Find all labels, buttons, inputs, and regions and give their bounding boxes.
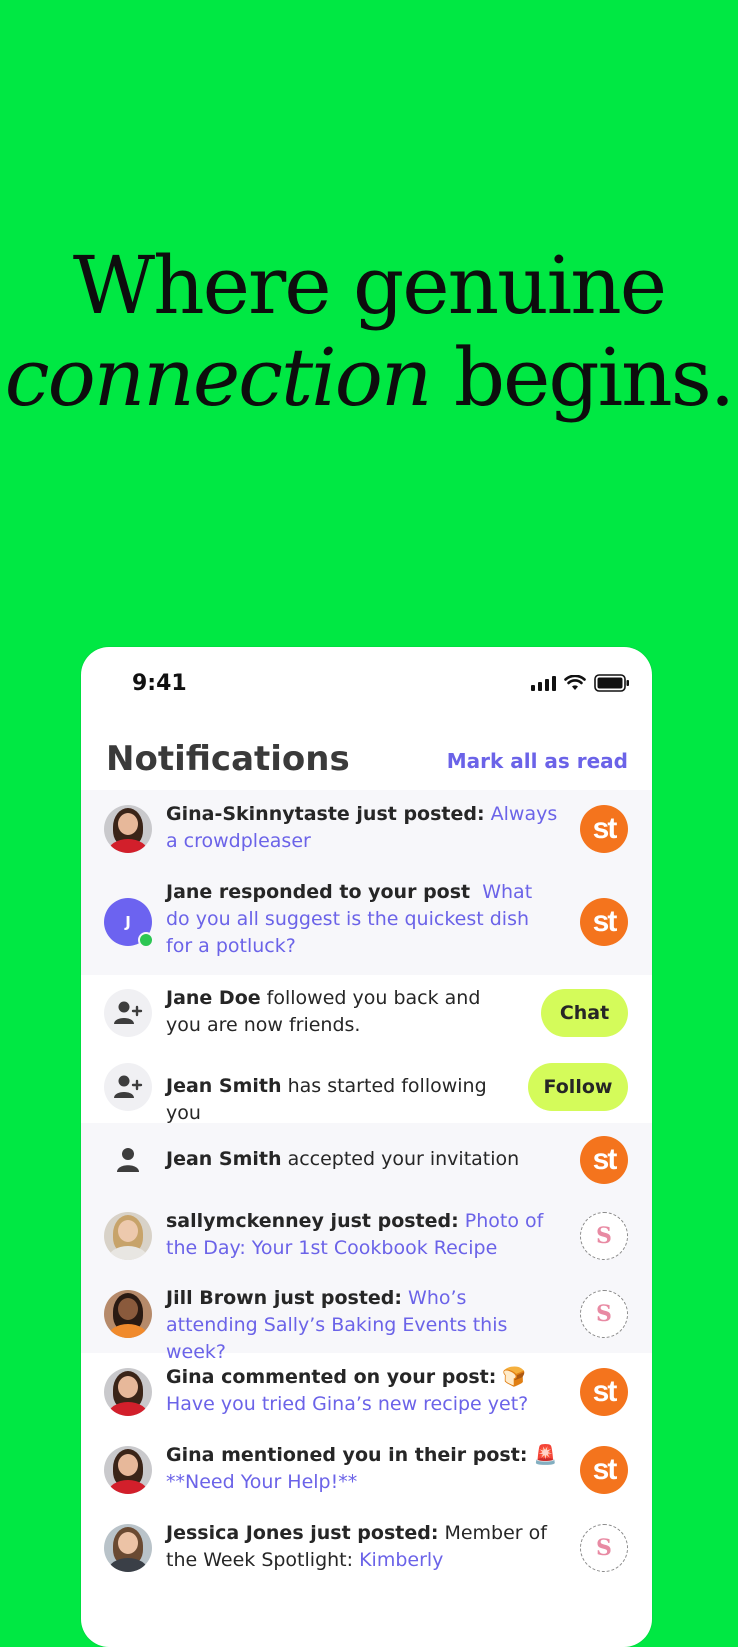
bread-emoji-icon: 🍞 <box>502 1366 527 1388</box>
notification-text: Gina mentioned you in their post: 🚨 **Ne… <box>166 1442 561 1496</box>
community-badge[interactable]: st <box>580 898 628 946</box>
mark-all-read-button[interactable]: Mark all as read <box>447 749 628 773</box>
sallys-baking-badge[interactable]: S <box>580 1524 628 1572</box>
avatar <box>104 1136 152 1184</box>
sallys-baking-badge[interactable]: S <box>580 1290 628 1338</box>
notification-item[interactable]: Gina mentioned you in their post: 🚨 **Ne… <box>81 1431 652 1509</box>
community-badge[interactable]: st <box>580 1136 628 1184</box>
status-time: 9:41 <box>132 671 187 696</box>
notification-text: Gina-Skinnytaste just posted: Always a c… <box>166 801 561 855</box>
notification-actor: Gina mentioned you in their post: <box>166 1444 528 1466</box>
post-link[interactable]: Have you tried Gina’s new recipe yet? <box>166 1393 528 1415</box>
notification-text: Jessica Jones just posted: Member of the… <box>166 1520 571 1574</box>
notification-text: sallymckenney just posted: Photo of the … <box>166 1208 561 1262</box>
post-link[interactable]: Kimberly <box>359 1549 443 1571</box>
community-badge[interactable]: st <box>580 805 628 853</box>
notification-text: Jane responded to your post What do you … <box>166 879 546 960</box>
notification-text: Jean Smith accepted your invitation <box>166 1146 526 1173</box>
page-title: Notifications <box>106 739 350 779</box>
cellular-signal-icon <box>531 675 556 691</box>
status-bar: 9:41 <box>81 647 652 707</box>
notification-actor: Jill Brown just posted: <box>166 1287 402 1309</box>
notification-message: accepted your invitation <box>281 1148 520 1170</box>
phone-screen: 9:41 Notifications Mark all as read Gina… <box>81 647 652 1647</box>
avatar[interactable] <box>104 1446 152 1494</box>
avatar[interactable] <box>104 1524 152 1572</box>
avatar[interactable] <box>104 805 152 853</box>
online-status-dot <box>138 932 154 948</box>
notification-item[interactable]: J Jane responded to your post What do yo… <box>81 869 652 975</box>
headline-line-2-rest: begins. <box>430 331 735 424</box>
community-badge[interactable]: st <box>580 1446 628 1494</box>
notifications-header: Notifications Mark all as read <box>81 727 652 798</box>
follow-button[interactable]: Follow <box>528 1063 628 1111</box>
notification-actor: Jessica Jones just posted: <box>166 1522 439 1544</box>
post-link[interactable]: **Need Your Help!** <box>166 1471 357 1493</box>
community-badge[interactable]: st <box>580 1368 628 1416</box>
avatar[interactable]: J <box>104 898 154 948</box>
notification-actor: Jean Smith <box>166 1148 282 1170</box>
notification-actor: Gina commented on your post: <box>166 1366 497 1388</box>
notification-item[interactable]: Jill Brown just posted: Who’s attending … <box>81 1275 652 1363</box>
avatar <box>104 989 152 1037</box>
user-plus-icon <box>114 1001 143 1024</box>
notification-item[interactable]: Jean Smith accepted your invitation st <box>81 1123 652 1197</box>
notification-item[interactable]: Jessica Jones just posted: Member of the… <box>81 1509 652 1589</box>
headline-line-1: Where genuine <box>72 239 667 332</box>
wifi-icon <box>564 675 586 690</box>
notification-text: Jean Smith has started following you <box>166 1073 516 1127</box>
notification-actor: Jean Smith <box>166 1075 282 1097</box>
avatar[interactable] <box>104 1212 152 1260</box>
notification-actor: Gina-Skinnytaste just posted: <box>166 803 485 825</box>
headline-italic-word: connection <box>4 331 433 424</box>
notification-item[interactable]: sallymckenney just posted: Photo of the … <box>81 1197 652 1275</box>
battery-icon <box>594 674 629 692</box>
notification-item[interactable]: Gina-Skinnytaste just posted: Always a c… <box>81 790 652 869</box>
siren-emoji-icon: 🚨 <box>533 1444 558 1466</box>
sallys-baking-badge[interactable]: S <box>580 1212 628 1260</box>
notification-item[interactable]: Gina commented on your post: 🍞 Have you … <box>81 1353 652 1431</box>
user-plus-icon <box>114 1075 143 1098</box>
status-icons <box>531 673 630 693</box>
avatar-initial: J <box>125 913 131 931</box>
user-icon <box>117 1148 139 1172</box>
notification-actor: Jane Doe <box>166 987 261 1009</box>
notification-actor: Jane responded to your post <box>166 881 471 903</box>
avatar <box>104 1063 152 1111</box>
headline: Where genuine connection begins. <box>0 240 738 424</box>
headline-line-2: connection begins. <box>0 332 738 424</box>
chat-button[interactable]: Chat <box>541 989 628 1037</box>
notification-text: Gina commented on your post: 🍞 Have you … <box>166 1364 561 1418</box>
notification-item[interactable]: Jane Doe followed you back and you are n… <box>81 975 652 1051</box>
notification-text: Jane Doe followed you back and you are n… <box>166 985 516 1039</box>
notification-item[interactable]: Jean Smith has started following you Fol… <box>81 1051 652 1124</box>
avatar[interactable] <box>104 1368 152 1416</box>
notification-actor: sallymckenney just posted: <box>166 1210 459 1232</box>
avatar[interactable] <box>104 1290 152 1338</box>
